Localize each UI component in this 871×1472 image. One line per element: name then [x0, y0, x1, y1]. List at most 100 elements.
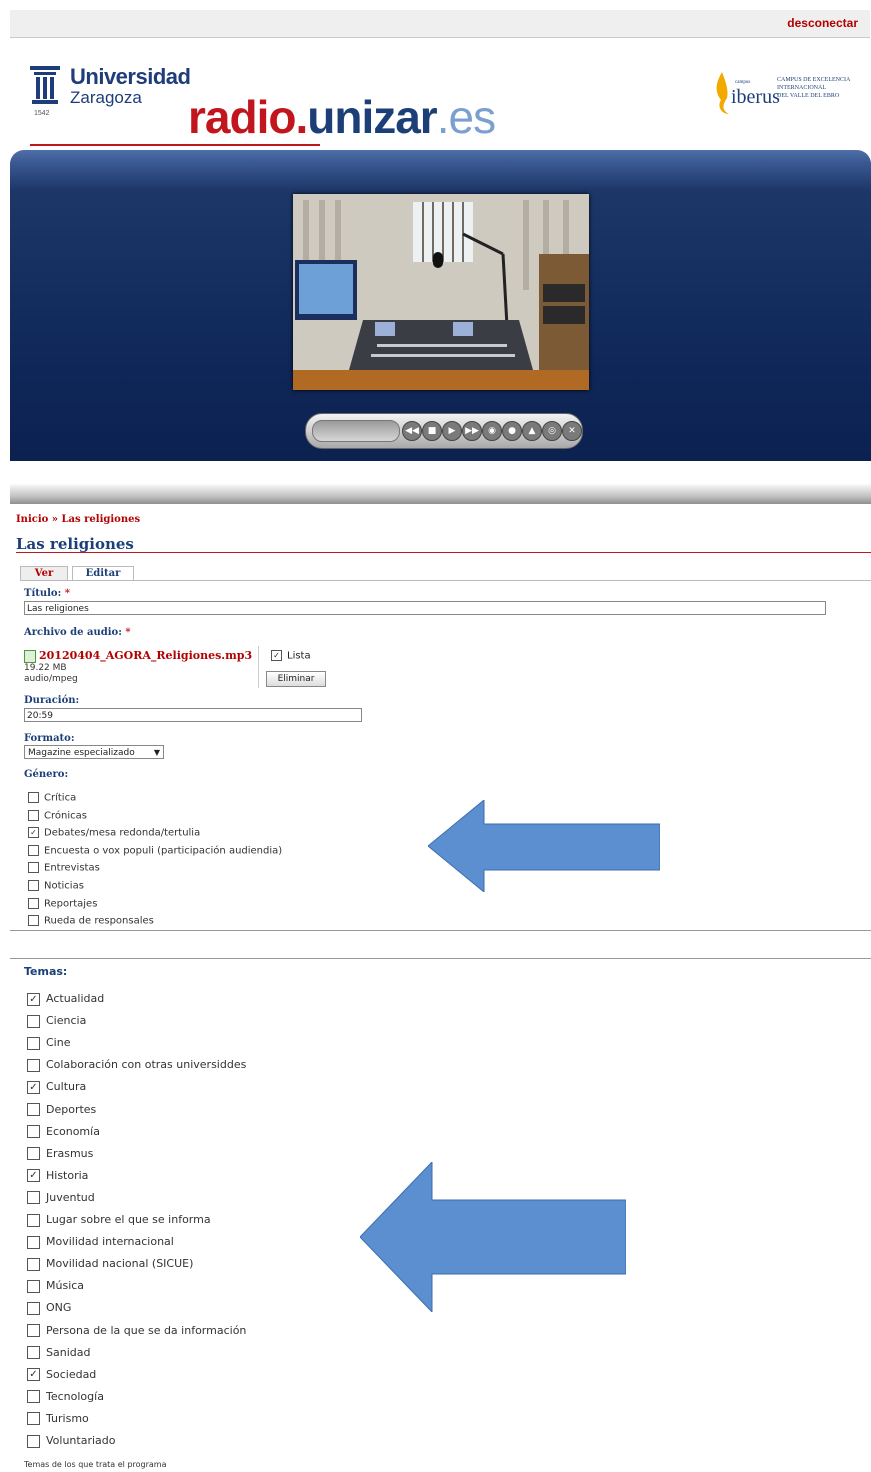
university-city: Zaragoza: [70, 88, 142, 107]
checkbox-unchecked[interactable]: [27, 1014, 40, 1028]
checkbox-unchecked[interactable]: [28, 880, 39, 891]
stop-icon[interactable]: ■: [422, 421, 442, 441]
tema-option[interactable]: Movilidad nacional (SICUE): [27, 1257, 193, 1271]
checkbox-unchecked[interactable]: [28, 809, 39, 821]
logout-link[interactable]: desconectar: [787, 16, 858, 30]
checkbox-checked[interactable]: ✓: [27, 992, 40, 1006]
genero-option-label: Encuesta o vox populi (participación aud…: [44, 845, 283, 857]
audio-player: ◀◀ ■ ▶ ▶▶ ◉ ● ▲ ◎ ✕: [305, 413, 583, 449]
iberus-tagline: CAMPUS DE EXCELENCIA INTERNACIONAL DEL V…: [777, 76, 850, 100]
tab-editar[interactable]: Editar: [72, 566, 134, 581]
titulo-input[interactable]: Las religiones: [24, 601, 826, 615]
checkbox-unchecked[interactable]: [27, 1279, 40, 1293]
genero-option[interactable]: Reportajes: [28, 897, 97, 909]
checkbox-unchecked[interactable]: [27, 1324, 40, 1337]
tema-option[interactable]: Tecnología: [27, 1390, 104, 1404]
tema-option[interactable]: ✓ Sociedad: [27, 1368, 96, 1382]
checkbox-checked[interactable]: ✓: [271, 650, 282, 661]
checkbox-unchecked[interactable]: [27, 1103, 40, 1116]
close-icon[interactable]: ✕: [562, 421, 582, 441]
genero-option[interactable]: Rueda de responsales: [28, 915, 154, 927]
tema-option[interactable]: ✓ Actualidad: [27, 992, 104, 1006]
genero-option[interactable]: Crítica: [28, 792, 76, 804]
checkbox-unchecked[interactable]: [27, 1147, 40, 1161]
genero-option[interactable]: Entrevistas: [28, 862, 100, 874]
tema-option[interactable]: Voluntariado: [27, 1434, 116, 1448]
play-icon[interactable]: ▶: [442, 421, 462, 441]
tema-option-label: Juventud: [46, 1190, 95, 1204]
tema-option[interactable]: Economía: [27, 1125, 100, 1139]
tema-option[interactable]: ✓ Historia: [27, 1169, 88, 1183]
checkbox-unchecked[interactable]: [27, 1191, 40, 1205]
genero-option[interactable]: Crónicas: [28, 809, 87, 821]
checkbox-unchecked[interactable]: [27, 1257, 40, 1271]
checkbox-unchecked[interactable]: [27, 1235, 40, 1249]
tab-ver[interactable]: Ver: [20, 566, 68, 581]
chevron-down-icon: ▼: [153, 748, 160, 757]
checkbox-unchecked[interactable]: [27, 1434, 40, 1448]
genero-option[interactable]: ✓ Debates/mesa redonda/tertulia: [28, 827, 200, 839]
checkbox-unchecked[interactable]: [27, 1213, 40, 1227]
genero-option[interactable]: Encuesta o vox populi (participación aud…: [28, 844, 283, 857]
tema-option[interactable]: Movilidad internacional: [27, 1235, 174, 1249]
left-arrow-icon: [428, 800, 660, 892]
checkbox-unchecked[interactable]: [28, 844, 39, 856]
tema-option[interactable]: Cine: [27, 1036, 70, 1050]
tema-option[interactable]: Turismo: [27, 1412, 89, 1426]
checkbox-checked[interactable]: ✓: [27, 1169, 40, 1183]
tema-option-label: Economía: [46, 1124, 100, 1138]
checkbox-unchecked[interactable]: [28, 897, 39, 909]
checkbox-unchecked[interactable]: [27, 1036, 40, 1050]
audio-file-type: audio/mpeg: [24, 674, 78, 684]
iberus-tagline-line: INTERNACIONAL: [777, 85, 826, 91]
checkbox-unchecked[interactable]: [27, 1058, 40, 1072]
tema-option[interactable]: Colaboración con otras universiddes: [27, 1058, 246, 1072]
tema-option[interactable]: Música: [27, 1279, 84, 1293]
tema-option[interactable]: Juventud: [27, 1191, 95, 1205]
audio-file-link[interactable]: 20120404_AGORA_Religiones.mp3: [24, 649, 252, 663]
genero-option[interactable]: Noticias: [28, 880, 84, 892]
tema-option[interactable]: ✓ Cultura: [27, 1080, 86, 1094]
checkbox-unchecked[interactable]: [27, 1390, 40, 1404]
checkbox-unchecked[interactable]: [28, 862, 39, 874]
checkbox-unchecked[interactable]: [28, 792, 39, 803]
tema-option[interactable]: Erasmus: [27, 1147, 93, 1161]
university-name: Universidad: [70, 64, 191, 89]
tema-option[interactable]: Persona de la que se da información: [27, 1324, 246, 1337]
brand-part-radio: radio.: [188, 91, 308, 143]
tema-option[interactable]: Ciencia: [27, 1014, 86, 1028]
checkbox-checked[interactable]: ✓: [28, 827, 39, 839]
rewind-icon[interactable]: ◀◀: [402, 421, 422, 441]
volume-icon[interactable]: ◉: [482, 421, 502, 441]
zoom-icon[interactable]: ●: [502, 421, 522, 441]
breadcrumb[interactable]: Inicio » Las religiones: [16, 514, 140, 525]
top-bar: desconectar: [10, 10, 870, 38]
delete-file-button[interactable]: Eliminar: [266, 671, 326, 687]
eject-icon[interactable]: ▲: [522, 421, 542, 441]
audio-file-icon: [24, 649, 36, 663]
navigation-strip: [10, 484, 871, 504]
checkbox-unchecked[interactable]: [28, 915, 39, 927]
checkbox-unchecked[interactable]: [27, 1301, 40, 1315]
site-brand[interactable]: radio.unizar.es: [188, 90, 496, 144]
tema-option-label: Actualidad: [46, 992, 105, 1005]
tema-option[interactable]: Deportes: [27, 1103, 96, 1116]
checkbox-checked[interactable]: ✓: [27, 1368, 40, 1382]
checkbox-checked[interactable]: ✓: [27, 1080, 40, 1094]
iberus-logo[interactable]: campus iberus CAMPUS DE EXCELENCIA INTER…: [705, 68, 865, 120]
tema-option[interactable]: Sanidad: [27, 1346, 90, 1360]
formato-select[interactable]: Magazine especializado ▼: [24, 745, 164, 759]
player-progress-bar[interactable]: [312, 420, 400, 442]
duracion-input[interactable]: 20:59: [24, 708, 362, 722]
forward-icon[interactable]: ▶▶: [462, 421, 482, 441]
genero-option-label: Noticias: [44, 880, 84, 892]
lista-checkbox[interactable]: ✓ Lista: [271, 650, 311, 662]
page-title: Las religiones: [16, 535, 134, 553]
checkbox-unchecked[interactable]: [27, 1125, 40, 1139]
record-icon[interactable]: ◎: [542, 421, 562, 441]
university-year: 1542: [34, 110, 50, 117]
tema-option[interactable]: ONG: [27, 1301, 71, 1315]
tema-option[interactable]: Lugar sobre el que se informa: [27, 1213, 211, 1227]
checkbox-unchecked[interactable]: [27, 1346, 40, 1360]
checkbox-unchecked[interactable]: [27, 1412, 40, 1426]
